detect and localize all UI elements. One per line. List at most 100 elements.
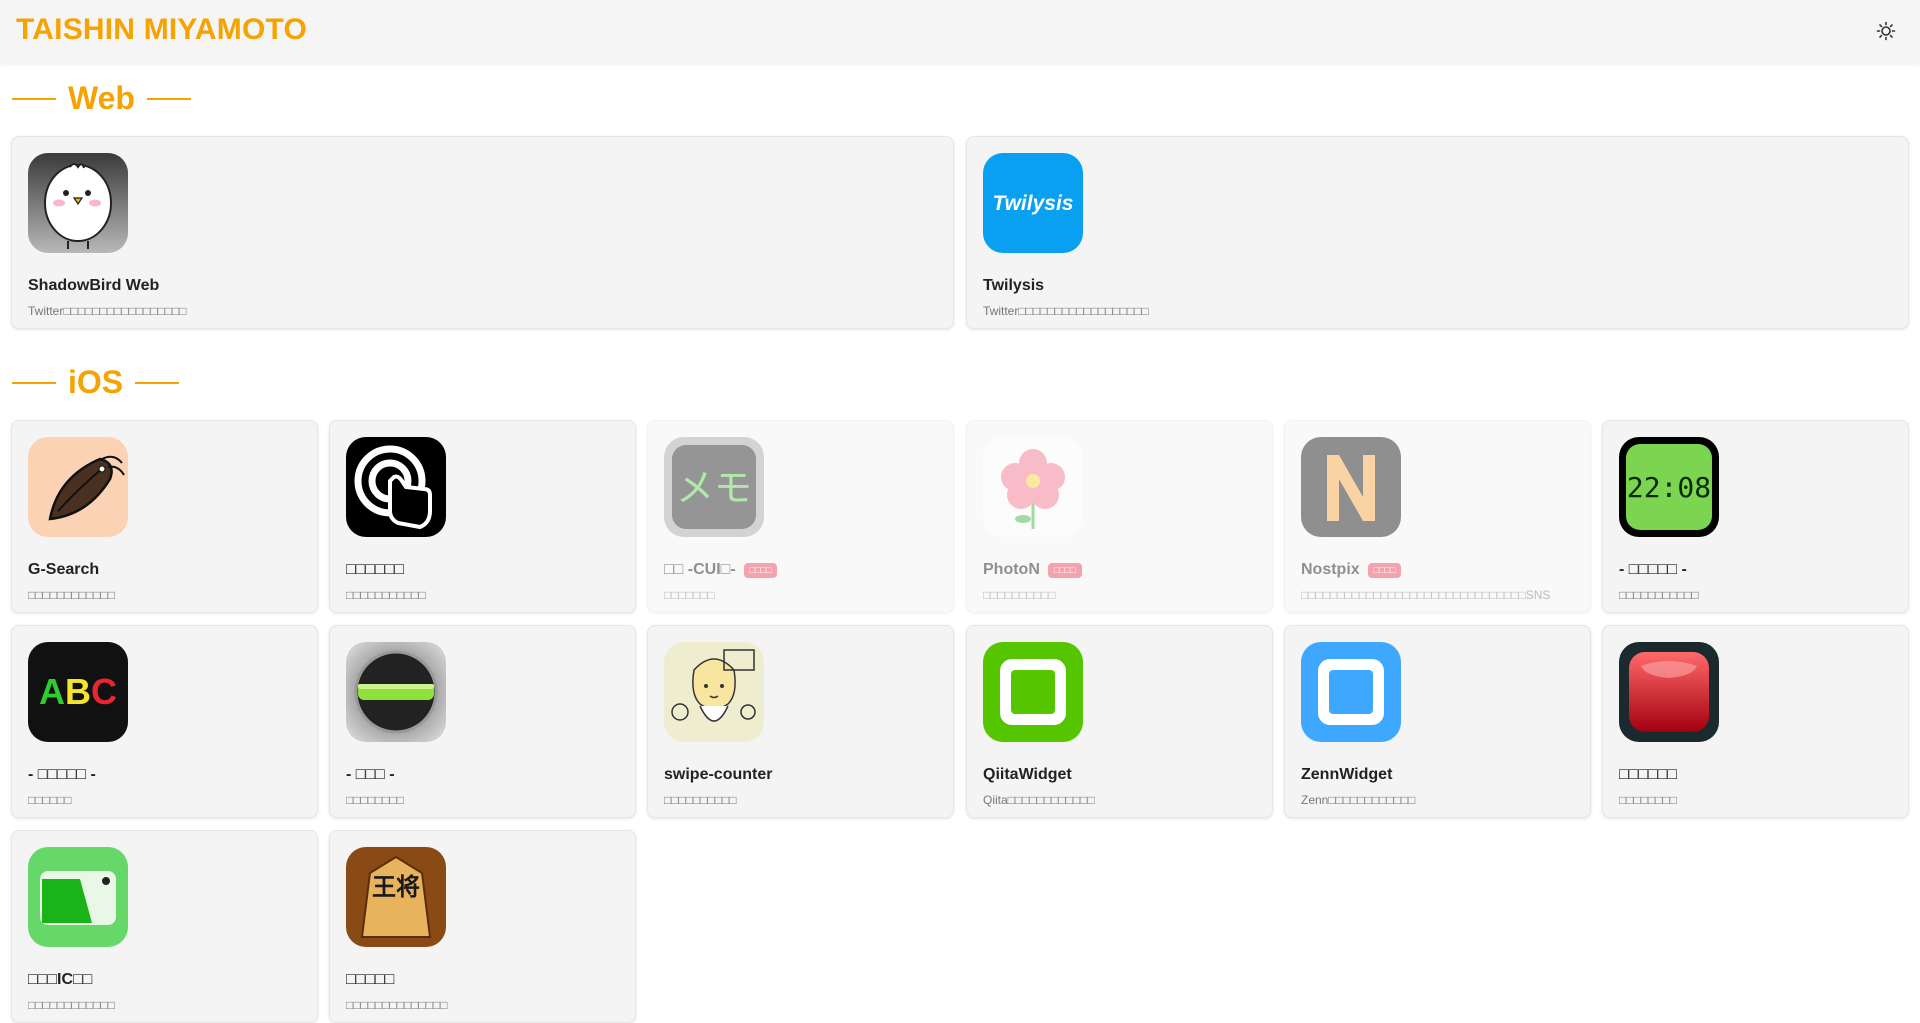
cockroach-icon bbox=[28, 437, 128, 537]
app-description: □□□□□□□□□□□□ bbox=[28, 998, 115, 1012]
app-name-text: □□□□□□ bbox=[1619, 766, 1677, 783]
app-card-red-button[interactable]: □□□□□□ □□□□□□□□ bbox=[1602, 625, 1909, 818]
abc-led-icon: ABC bbox=[28, 642, 128, 742]
app-card-g-search[interactable]: G-Search □□□□□□□□□□□□ bbox=[11, 420, 318, 613]
app-name: □□□IC□□ bbox=[28, 971, 92, 989]
abc-icon-text: ABC bbox=[39, 671, 117, 712]
site-title[interactable]: TAISHIN MIYAMOTO bbox=[16, 13, 307, 47]
app-card-twilysis[interactable]: Twilysis Twilysis Twitter□□□□□□□□□□□□□□□… bbox=[966, 136, 1909, 329]
app-card-ic-card[interactable]: □□□IC□□ □□□□□□□□□□□□ bbox=[11, 830, 318, 1023]
app-name-text: ZennWidget bbox=[1301, 766, 1393, 783]
status-badge: □□□□ bbox=[1367, 562, 1402, 578]
app-name: QiitaWidget bbox=[983, 766, 1072, 784]
title-dash-left bbox=[12, 97, 56, 100]
app-name-text: QiitaWidget bbox=[983, 766, 1072, 783]
app-description: □□□□□□□□□□□ bbox=[346, 588, 426, 602]
app-name-text: swipe-counter bbox=[664, 766, 773, 783]
app-card-digital-clock[interactable]: 22:08 - □□□□□ - □□□□□□□□□□□ bbox=[1602, 420, 1909, 613]
sketch-girl-icon bbox=[664, 642, 764, 742]
app-card-shadowbird-web[interactable]: ShadowBird Web Twitter□□□□□□□□□□□□□□□□□ bbox=[11, 136, 954, 329]
status-badge: □□□□ bbox=[743, 562, 778, 578]
app-name: PhotoN □□□□ bbox=[983, 561, 1082, 579]
tap-hand-icon bbox=[346, 437, 446, 537]
app-card-memo-cui[interactable]: メモ □□ -CUI□- □□□□ □□□□□□□ bbox=[647, 420, 954, 613]
section-title-label: Web bbox=[68, 80, 135, 116]
section-title-web: Web bbox=[12, 80, 191, 117]
app-description: □□□□□□□ bbox=[664, 588, 715, 602]
shogi-icon-text-line: 王将 bbox=[372, 872, 420, 901]
nostpix-n-icon bbox=[1301, 437, 1401, 537]
app-name: Twilysis bbox=[983, 277, 1044, 295]
app-card-level[interactable]: - □□□ - □□□□□□□□ bbox=[329, 625, 636, 818]
app-name-text: Nostpix bbox=[1301, 561, 1360, 578]
red-button-icon bbox=[1619, 642, 1719, 742]
twilysis-logo-icon: Twilysis bbox=[983, 153, 1083, 253]
clock-icon-text: 22:08 bbox=[1627, 471, 1711, 504]
abc-letter-c: C bbox=[91, 671, 117, 712]
app-name-text: PhotoN bbox=[983, 561, 1040, 578]
app-name-text: □□□□□ bbox=[346, 971, 395, 988]
app-name: - □□□□□ - bbox=[28, 766, 96, 784]
app-description: Twitter□□□□□□□□□□□□□□□□□ bbox=[28, 304, 187, 318]
twilysis-logo-text: Twilysis bbox=[993, 192, 1074, 215]
app-description: □□□□□□□□□□□□□□ bbox=[346, 998, 448, 1012]
zenn-widget-icon bbox=[1301, 642, 1401, 742]
title-dash-right bbox=[146, 97, 191, 100]
flower-icon bbox=[983, 437, 1083, 537]
qiita-widget-icon bbox=[983, 642, 1083, 742]
app-name: Nostpix □□□□ bbox=[1301, 561, 1402, 579]
ic-card-icon bbox=[28, 847, 128, 947]
app-name: □□ -CUI□- □□□□ bbox=[664, 561, 778, 579]
app-name: G-Search bbox=[28, 561, 99, 579]
app-description: Qiita□□□□□□□□□□□□ bbox=[983, 793, 1095, 807]
shogi-icon-text: 王将 bbox=[372, 872, 420, 901]
app-name-text: - □□□□□ - bbox=[28, 766, 96, 783]
app-name: swipe-counter bbox=[664, 766, 772, 784]
app-name: - □□□ - bbox=[346, 766, 395, 784]
app-name-text: □□□□□□ bbox=[346, 561, 404, 578]
app-description: □□□□□□□□□□ bbox=[664, 793, 737, 807]
level-gauge-icon bbox=[346, 642, 446, 742]
app-description: □□□□□□□□□□□□□□□□□□□□□□□□□□□□□□□SNS bbox=[1301, 588, 1551, 602]
section-title-ios: iOS bbox=[12, 364, 180, 401]
section-title-label: iOS bbox=[68, 364, 124, 400]
app-card-nostpix[interactable]: Nostpix □□□□ □□□□□□□□□□□□□□□□□□□□□□□□□□□□… bbox=[1284, 420, 1591, 613]
app-description: □□□□□□□□□□□□ bbox=[28, 588, 115, 602]
app-name-text: Twilysis bbox=[983, 277, 1045, 294]
app-card-abc-display[interactable]: ABC - □□□□□ - □□□□□□ bbox=[11, 625, 318, 818]
memo-icon-text: メモ bbox=[676, 466, 752, 510]
app-description: □□□□□□ bbox=[28, 793, 72, 807]
app-card-shogi[interactable]: 王将 □□□□□ □□□□□□□□□□□□□□ bbox=[329, 830, 636, 1023]
app-name: - □□□□□ - bbox=[1619, 561, 1687, 579]
app-description: □□□□□□□□ bbox=[346, 793, 404, 807]
app-name: ZennWidget bbox=[1301, 766, 1392, 784]
app-description: □□□□□□□□□□ bbox=[983, 588, 1056, 602]
app-description: □□□□□□□□ bbox=[1619, 793, 1677, 807]
title-dash-left bbox=[12, 381, 56, 384]
app-card-swipe-counter[interactable]: swipe-counter □□□□□□□□□□ bbox=[647, 625, 954, 818]
sun-icon[interactable] bbox=[1874, 19, 1898, 43]
app-name-text: □□□IC□□ bbox=[28, 971, 93, 988]
title-dash-right bbox=[135, 381, 180, 384]
status-badge: □□□□ bbox=[1047, 562, 1082, 578]
app-description: □□□□□□□□□□□ bbox=[1619, 588, 1699, 602]
app-name: □□□□□□ bbox=[1619, 766, 1677, 784]
abc-letter-a: A bbox=[39, 671, 65, 712]
abc-letter-b: B bbox=[65, 671, 91, 712]
app-name: □□□□□□ bbox=[346, 561, 404, 579]
white-bird-icon bbox=[28, 153, 128, 253]
app-name: □□□□□ bbox=[346, 971, 394, 989]
app-card-tap-app[interactable]: □□□□□□ □□□□□□□□□□□ bbox=[329, 420, 636, 613]
app-name-text: □□ -CUI□- bbox=[664, 561, 736, 578]
top-bar: TAISHIN MIYAMOTO bbox=[0, 0, 1920, 64]
app-card-qiita-widget[interactable]: QiitaWidget Qiita□□□□□□□□□□□□ bbox=[966, 625, 1273, 818]
digital-clock-icon: 22:08 bbox=[1619, 437, 1719, 537]
app-name-text: ShadowBird Web bbox=[28, 277, 160, 294]
app-card-photon[interactable]: PhotoN □□□□ □□□□□□□□□□ bbox=[966, 420, 1273, 613]
app-card-zenn-widget[interactable]: ZennWidget Zenn□□□□□□□□□□□□ bbox=[1284, 625, 1591, 818]
app-name-text: G-Search bbox=[28, 561, 100, 578]
app-description: Zenn□□□□□□□□□□□□ bbox=[1301, 793, 1416, 807]
shogi-king-icon: 王将 bbox=[346, 847, 446, 947]
app-name: ShadowBird Web bbox=[28, 277, 159, 295]
app-description: Twitter□□□□□□□□□□□□□□□□□□ bbox=[983, 304, 1149, 318]
